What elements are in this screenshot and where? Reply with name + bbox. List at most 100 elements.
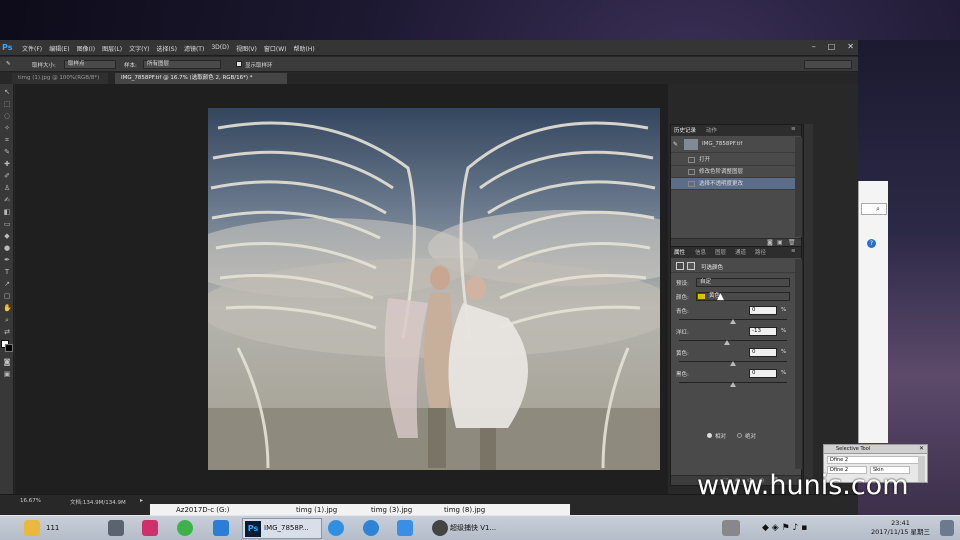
selective-tool-scrollbar[interactable]: [918, 456, 925, 482]
help-icon[interactable]: ?: [867, 239, 876, 248]
menu-image[interactable]: 图像(I): [77, 44, 95, 53]
quick-mask-icon[interactable]: ◙: [3, 358, 11, 366]
tab-actions[interactable]: 动作: [706, 126, 717, 134]
type-tool-icon[interactable]: T: [3, 268, 11, 276]
menu-filter[interactable]: 滤镜(T): [184, 44, 204, 53]
slider-track[interactable]: [679, 340, 787, 341]
taskbar-app-label[interactable]: 超级捕快 V1...: [450, 518, 496, 539]
crop-tool-icon[interactable]: ⌗: [3, 136, 11, 144]
minimize-icon[interactable]: –: [812, 42, 816, 51]
slider-value-field[interactable]: 0: [749, 369, 777, 378]
browser-icon[interactable]: [177, 520, 193, 536]
file-label[interactable]: timg (1).jpg: [296, 506, 337, 514]
taskbar-folder-label[interactable]: 111: [46, 518, 59, 539]
history-item[interactable]: 修改色阶调整图层: [671, 166, 795, 178]
file-label[interactable]: timg (3).jpg: [371, 506, 412, 514]
gradient-tool-icon[interactable]: ▭: [3, 220, 11, 228]
cloud-icon[interactable]: [397, 520, 413, 536]
messenger-icon[interactable]: [213, 520, 229, 536]
screen-mode-icon[interactable]: ▣: [3, 370, 11, 378]
tab-history[interactable]: 历史记录: [674, 126, 696, 134]
tab-timg[interactable]: timg (1).jpg @ 100%(RGB/8*): [12, 73, 108, 84]
slider-thumb[interactable]: [730, 382, 736, 387]
recorder-icon[interactable]: [432, 520, 448, 536]
maximize-icon[interactable]: □: [828, 42, 836, 51]
history-snapshot[interactable]: ✎ IMG_7858PF.tif: [671, 137, 795, 153]
menu-view[interactable]: 视图(V): [236, 44, 257, 53]
tab-paths[interactable]: 路径: [755, 248, 766, 256]
radio-relative[interactable]: [707, 433, 712, 438]
sample-select[interactable]: 所有图层: [143, 60, 221, 69]
slider-value-field[interactable]: 0: [749, 306, 777, 315]
colors-select[interactable]: 黄色: [696, 292, 790, 301]
show-ring-checkbox[interactable]: [236, 61, 242, 67]
blur-tool-icon[interactable]: ◆: [3, 232, 11, 240]
workspace-select[interactable]: [804, 60, 852, 69]
status-arrow-icon[interactable]: ▸: [140, 497, 143, 504]
panel-menu-icon[interactable]: ≡: [791, 248, 796, 254]
sample-size-select[interactable]: 取样点: [64, 60, 116, 69]
show-desktop-icon[interactable]: [940, 520, 954, 536]
healing-tool-icon[interactable]: ✚: [3, 160, 11, 168]
menu-edit[interactable]: 编辑(E): [49, 44, 69, 53]
move-tool-icon[interactable]: ↖: [3, 88, 11, 96]
eraser-tool-icon[interactable]: ◧: [3, 208, 11, 216]
swap-colors-icon[interactable]: ⇄: [3, 328, 11, 336]
properties-scrollbar[interactable]: [795, 259, 802, 469]
qq-browser-icon[interactable]: [328, 520, 344, 536]
history-item[interactable]: 打开: [671, 154, 795, 166]
slider-thumb[interactable]: [723, 340, 730, 345]
new-document-icon[interactable]: ▣: [777, 239, 783, 246]
slider-value-field[interactable]: -13: [749, 327, 777, 336]
menu-3d[interactable]: 3D(D): [211, 44, 229, 53]
marquee-tool-icon[interactable]: ⬚: [3, 100, 11, 108]
path-select-icon[interactable]: ↗: [3, 280, 11, 288]
tab-img-7858pf[interactable]: IMG_7858PF.tif @ 16.7% (选取颜色 2, RGB/16*)…: [115, 73, 287, 84]
tab-layers[interactable]: 图层: [715, 248, 726, 256]
tray-icons[interactable]: ◆ ◈ ⚑ ♪ ▪: [762, 518, 807, 539]
selective-tool-row[interactable]: Dfine 2: [827, 456, 919, 464]
menu-select[interactable]: 选择(S): [156, 44, 177, 53]
tab-info[interactable]: 信息: [695, 248, 706, 256]
history-scrollbar[interactable]: [795, 137, 802, 237]
shape-tool-icon[interactable]: ▢: [3, 292, 11, 300]
app-icon[interactable]: [142, 520, 158, 536]
taskbar-photoshop-button[interactable]: Ps IMG_7858P...: [242, 518, 322, 539]
trash-icon[interactable]: 🗑: [788, 239, 796, 246]
history-item-selected[interactable]: 选择不透明度更改: [671, 178, 795, 190]
menu-window[interactable]: 窗口(W): [264, 44, 287, 53]
history-brush-icon[interactable]: ✍: [3, 196, 11, 204]
slider-value-field[interactable]: 0: [749, 348, 777, 357]
menu-file[interactable]: 文件(F): [22, 44, 42, 53]
folder-icon[interactable]: [24, 520, 40, 536]
slider-thumb[interactable]: [730, 361, 736, 366]
pen-tool-icon[interactable]: ✒: [3, 256, 11, 264]
zoom-level[interactable]: 16.67%: [20, 498, 41, 504]
close-icon[interactable]: ✕: [919, 445, 924, 452]
zoom-tool-icon[interactable]: ⌕: [3, 316, 11, 324]
panel-menu-icon[interactable]: ≡: [791, 126, 796, 132]
eyedropper-icon[interactable]: ✎: [6, 61, 11, 67]
quick-select-tool-icon[interactable]: ✧: [3, 124, 11, 132]
computer-icon[interactable]: [108, 520, 124, 536]
taskbar-clock[interactable]: 23:41 2017/11/15 星期三: [871, 519, 930, 537]
mask-icon[interactable]: [687, 262, 695, 270]
eyedropper-tool-icon[interactable]: ✎: [3, 148, 11, 156]
menu-type[interactable]: 文字(Y): [129, 44, 149, 53]
stamp-tool-icon[interactable]: ♙: [3, 184, 11, 192]
menu-layer[interactable]: 图层(L): [102, 44, 122, 53]
preset-select[interactable]: 自定: [696, 278, 790, 287]
keyboard-icon[interactable]: [722, 520, 740, 536]
brush-tool-icon[interactable]: ✐: [3, 172, 11, 180]
new-snapshot-icon[interactable]: ◙: [767, 239, 773, 246]
search-input[interactable]: ⌕: [861, 203, 887, 215]
tab-channels[interactable]: 通道: [735, 248, 746, 256]
menu-help[interactable]: 帮助(H): [294, 44, 315, 53]
canvas-area[interactable]: [15, 84, 668, 494]
slider-thumb[interactable]: [730, 319, 736, 324]
drive-label[interactable]: Az2017D-c (G:): [176, 506, 230, 514]
browser2-icon[interactable]: [363, 520, 379, 536]
background-color-swatch[interactable]: [5, 344, 13, 352]
lasso-tool-icon[interactable]: ◌: [3, 112, 11, 120]
file-label[interactable]: timg (8).jpg: [444, 506, 485, 514]
